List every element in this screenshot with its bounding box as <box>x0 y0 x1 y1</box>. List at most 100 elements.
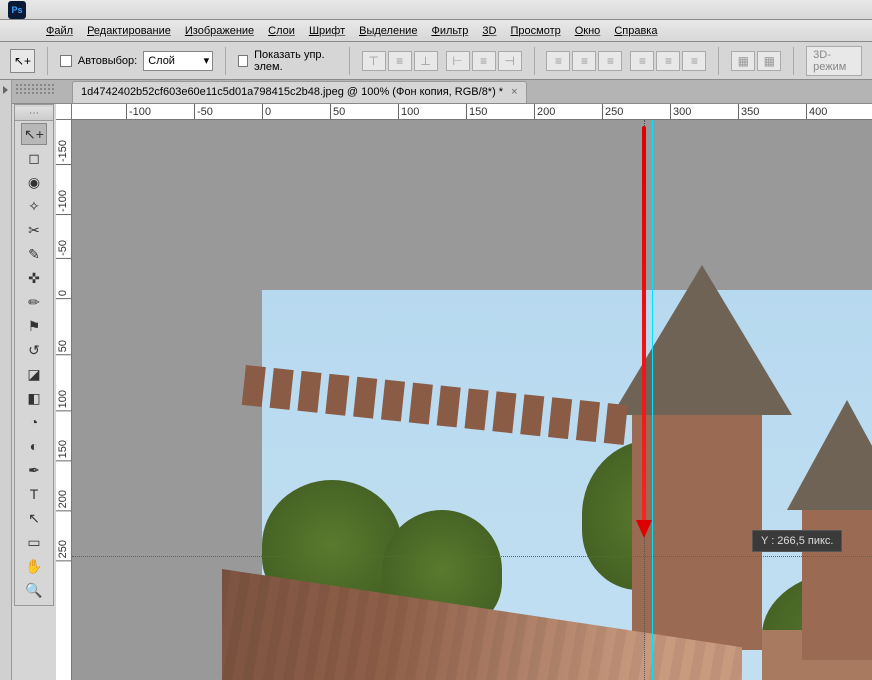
ruler-vertical[interactable]: -150-100-50050100150200250 <box>56 120 72 680</box>
menu-type[interactable]: Шрифт <box>309 25 345 37</box>
menu-help[interactable]: Справка <box>614 25 657 37</box>
shape-tool[interactable]: ▭ <box>21 531 47 553</box>
magic-wand-tool[interactable]: ✧ <box>21 195 47 217</box>
document-tab[interactable]: 1d4742402b52cf603e60e11c5d01a798415c2b48… <box>72 81 527 103</box>
dist-right-icon[interactable]: ≡ <box>682 51 706 71</box>
menu-edit[interactable]: Редактирование <box>87 25 171 37</box>
eraser-tool[interactable]: ◪ <box>21 363 47 385</box>
menu-3d[interactable]: 3D <box>482 25 496 37</box>
blur-tool-icon: ◔ <box>30 415 38 429</box>
auto-select-checkbox[interactable] <box>60 55 72 67</box>
distribute-group-2: ≡ ≡ ≡ <box>630 51 706 71</box>
history-brush-tool[interactable]: ↺ <box>21 339 47 361</box>
align-bottom-icon[interactable]: ⊥ <box>414 51 438 71</box>
clone-stamp-tool-icon: ⚑ <box>28 319 41 333</box>
dist-hcenter-icon[interactable]: ≡ <box>656 51 680 71</box>
pen-tool[interactable]: ✒ <box>21 459 47 481</box>
shape-tool-icon: ▭ <box>27 535 40 549</box>
type-tool[interactable]: T <box>21 483 47 505</box>
canvas[interactable]: Y : 266,5 пикс. <box>72 120 872 680</box>
dist-left-icon[interactable]: ≡ <box>630 51 654 71</box>
menu-image[interactable]: Изображение <box>185 25 254 37</box>
ruler-h-tick: -50 <box>194 104 213 119</box>
document-tab-bar: 1d4742402b52cf603e60e11c5d01a798415c2b48… <box>0 80 872 104</box>
toolbox-grip-icon[interactable]: ⋯ <box>15 107 53 121</box>
move-tool[interactable]: ↖+ <box>21 123 47 145</box>
ruler-h-tick: 0 <box>262 104 271 119</box>
align-left-icon[interactable]: ⊢ <box>446 51 470 71</box>
menu-file[interactable]: Файл <box>46 25 73 37</box>
ruler-h-tick: 50 <box>330 104 345 119</box>
eyedropper-tool[interactable]: ✎ <box>21 243 47 265</box>
menu-layers[interactable]: Слои <box>268 25 295 37</box>
marquee-tool-icon: ◻ <box>28 151 40 165</box>
lasso-tool[interactable]: ◉ <box>21 171 47 193</box>
options-bar: ↖+ Автовыбор: Слой Показать упр. элем. ⊤… <box>0 42 872 80</box>
gradient-tool[interactable]: ◧ <box>21 387 47 409</box>
menu-view[interactable]: Просмотр <box>510 25 560 37</box>
marquee-tool[interactable]: ◻ <box>21 147 47 169</box>
ruler-v-tick: 0 <box>56 290 71 299</box>
eyedropper-tool-icon: ✎ <box>28 247 40 261</box>
hand-tool[interactable]: ✋ <box>21 555 47 577</box>
menu-filter[interactable]: Фильтр <box>431 25 468 37</box>
app-logo: Ps <box>8 1 26 19</box>
magic-wand-tool-icon: ✧ <box>28 199 40 213</box>
active-tool-icon[interactable]: ↖+ <box>10 49 35 73</box>
annotation-arrow <box>642 126 646 526</box>
align-top-icon[interactable]: ⊤ <box>362 51 386 71</box>
horizontal-guide-preview[interactable] <box>72 556 872 557</box>
ruler-v-tick: -100 <box>56 190 71 215</box>
history-brush-tool-icon: ↺ <box>28 343 40 357</box>
ruler-h-tick: 250 <box>602 104 623 119</box>
ruler-h-tick: 200 <box>534 104 555 119</box>
lasso-tool-icon: ◉ <box>28 175 40 189</box>
auto-select-dropdown[interactable]: Слой <box>143 51 213 71</box>
document-image <box>262 290 872 680</box>
align-hcenter-icon[interactable]: ≡ <box>472 51 496 71</box>
menu-select[interactable]: Выделение <box>359 25 417 37</box>
brush-tool[interactable]: ✏ <box>21 291 47 313</box>
arrange-2-icon[interactable]: ▦ <box>757 51 781 71</box>
dist-vmid-icon[interactable]: ≡ <box>572 51 596 71</box>
arrange-group: ▦ ▦ <box>731 51 781 71</box>
tab-grip-icon[interactable] <box>16 84 54 100</box>
path-select-tool-icon: ↖ <box>28 511 40 525</box>
ruler-v-tick: -50 <box>56 240 71 259</box>
show-controls-label: Показать упр. элем. <box>254 49 337 73</box>
mode-3d-button[interactable]: 3D-режим <box>806 46 862 76</box>
left-panel-handle[interactable] <box>0 80 12 680</box>
dist-top-icon[interactable]: ≡ <box>546 51 570 71</box>
clone-stamp-tool[interactable]: ⚑ <box>21 315 47 337</box>
work-area: -100-50050100150200250300350400450500550… <box>56 104 872 680</box>
distribute-group-1: ≡ ≡ ≡ <box>546 51 622 71</box>
zoom-tool-icon: 🔍 <box>25 583 42 597</box>
dodge-tool-icon: ◐ <box>30 439 38 453</box>
ruler-origin[interactable] <box>56 104 72 120</box>
align-right-icon[interactable]: ⊣ <box>498 51 522 71</box>
ruler-horizontal[interactable]: -100-50050100150200250300350400450500550 <box>72 104 872 120</box>
show-controls-checkbox[interactable] <box>238 55 248 67</box>
align-group-2: ⊢ ≡ ⊣ <box>446 51 522 71</box>
arrange-1-icon[interactable]: ▦ <box>731 51 755 71</box>
move-tool-icon: ↖+ <box>24 127 44 141</box>
ruler-v-tick: 100 <box>56 390 71 411</box>
zoom-tool[interactable]: 🔍 <box>21 579 47 601</box>
close-icon[interactable]: × <box>511 86 517 98</box>
menu-window[interactable]: Окно <box>575 25 601 37</box>
vertical-guide[interactable] <box>652 120 653 680</box>
healing-brush-tool[interactable]: ✜ <box>21 267 47 289</box>
document-title: 1d4742402b52cf603e60e11c5d01a798415c2b48… <box>81 86 503 98</box>
crop-tool[interactable]: ✂ <box>21 219 47 241</box>
ruler-h-tick: 300 <box>670 104 691 119</box>
ruler-h-tick: 100 <box>398 104 419 119</box>
blur-tool[interactable]: ◔ <box>21 411 47 433</box>
align-vmiddle-icon[interactable]: ≡ <box>388 51 412 71</box>
hand-tool-icon: ✋ <box>25 559 42 573</box>
dodge-tool[interactable]: ◐ <box>21 435 47 457</box>
path-select-tool[interactable]: ↖ <box>21 507 47 529</box>
dist-bottom-icon[interactable]: ≡ <box>598 51 622 71</box>
eraser-tool-icon: ◪ <box>27 367 40 381</box>
ruler-v-tick: 250 <box>56 540 71 561</box>
menu-bar: Файл Редактирование Изображение Слои Шри… <box>0 20 872 42</box>
